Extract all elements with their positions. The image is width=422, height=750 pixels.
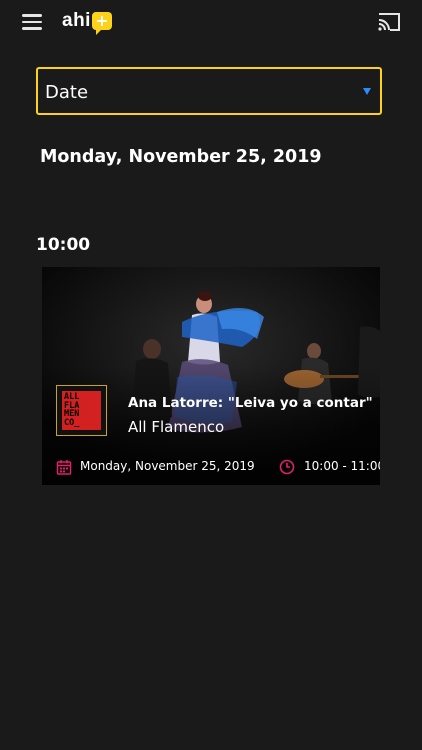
logo-text: ahi	[62, 10, 91, 31]
calendar-icon	[56, 460, 72, 475]
event-channel: All Flamenco	[128, 418, 225, 436]
channel-logo: ALL FLA MEN CO_	[56, 385, 107, 436]
dropdown-arrow-icon	[363, 88, 371, 95]
cast-icon[interactable]	[377, 12, 401, 32]
app-logo: ahi +	[62, 10, 112, 38]
top-bar: ahi +	[0, 0, 422, 48]
event-date: Monday, November 25, 2019	[80, 459, 255, 473]
logo-badge: +	[91, 12, 112, 35]
day-heading: Monday, November 25, 2019	[40, 147, 322, 167]
time-slot-heading: 10:00	[36, 235, 91, 255]
event-meta-row: Monday, November 25, 2019 10:00 - 11:00	[42, 456, 380, 478]
date-dropdown[interactable]: Date	[36, 67, 382, 115]
menu-icon[interactable]	[22, 14, 42, 30]
event-time: 10:00 - 11:00	[304, 459, 380, 473]
channel-logo-line: CO_	[64, 417, 80, 428]
event-photo	[42, 267, 380, 485]
clock-icon	[279, 459, 295, 475]
event-card[interactable]: ALL FLA MEN CO_ Ana Latorre: "Leiva yo a…	[42, 267, 380, 485]
event-title: Ana Latorre: "Leiva yo a contar"	[128, 395, 373, 411]
date-dropdown-label: Date	[45, 82, 89, 103]
